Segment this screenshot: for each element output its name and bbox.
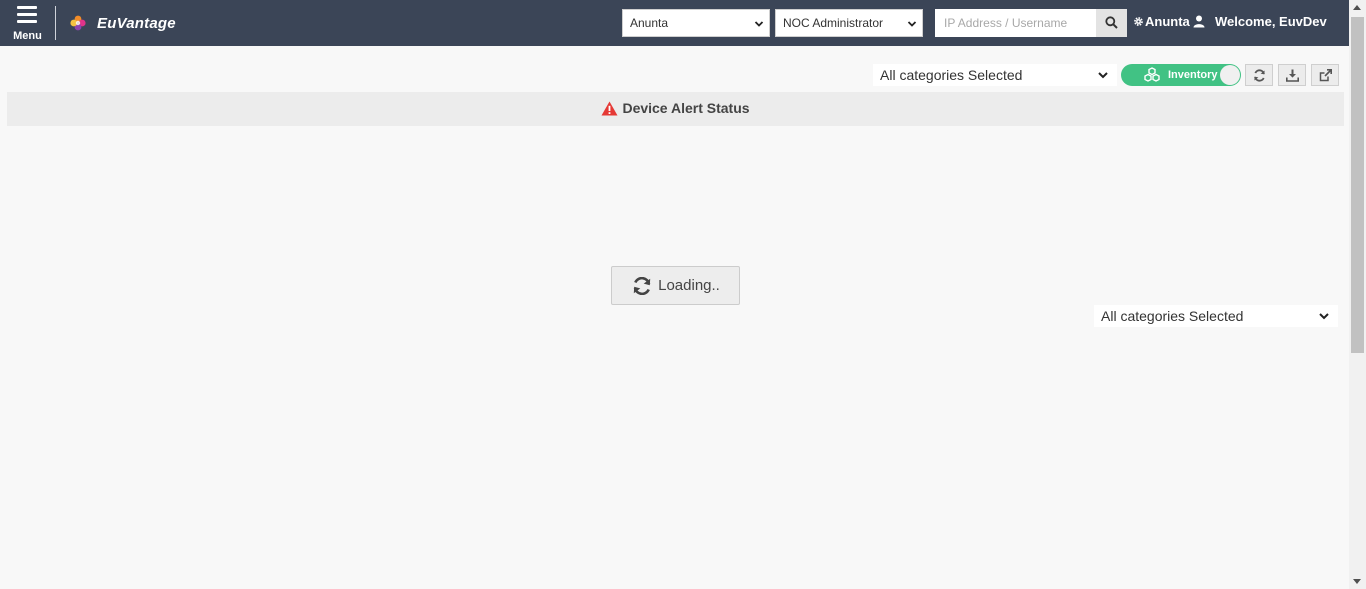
loading-indicator: Loading.. [611,266,740,305]
chevron-down-icon [1098,72,1108,79]
brand-logo[interactable]: EuVantage [68,12,176,34]
role-select[interactable]: NOC Administrator [775,9,923,37]
hamburger-icon [17,6,37,27]
user-icon[interactable] [1193,15,1205,28]
loading-text: Loading.. [658,277,720,294]
navbar-divider [55,6,56,40]
panel-title: Device Alert Status [7,100,1344,116]
brand-name: EuVantage [97,14,176,32]
menu-label: Menu [13,30,42,42]
chevron-down-icon [1319,313,1329,320]
category-select-top[interactable]: All categories Selected [873,64,1117,86]
download-button[interactable] [1278,64,1306,86]
category-select-top-value: All categories Selected [880,67,1023,83]
tenant-name: Anunta [1145,14,1190,29]
chevron-down-icon [907,21,917,27]
tenant-settings[interactable]: Anunta [1133,14,1190,29]
external-link-icon [1319,69,1332,82]
vertical-scrollbar[interactable] [1349,0,1366,589]
refresh-button[interactable] [1245,64,1273,86]
refresh-icon [633,276,651,295]
brand-logo-icon [70,15,86,31]
category-select-panel[interactable]: All categories Selected [1094,305,1338,327]
organization-select-value: Anunta [630,16,669,30]
gear-icon [1134,17,1143,26]
scrollbar-thumb[interactable] [1351,17,1364,353]
category-select-panel-value: All categories Selected [1101,308,1244,324]
warning-icon [601,101,618,115]
role-select-value: NOC Administrator [783,16,884,30]
toggle-knob [1220,65,1240,85]
inventory-toggle[interactable]: Inventory [1121,64,1241,86]
welcome-text: Welcome, EuvDev [1215,14,1327,29]
menu-button[interactable]: Menu [0,0,55,46]
search-input[interactable] [935,9,1096,37]
cubes-icon [1144,67,1160,82]
download-icon [1286,69,1299,82]
device-alert-panel-header: Device Alert Status [7,92,1344,126]
scroll-up-arrow-icon[interactable] [1353,5,1361,10]
top-navbar: Menu EuVantage Anunta NOC Administrator … [0,0,1366,46]
scroll-down-arrow-icon[interactable] [1353,579,1361,584]
search-icon [1105,16,1118,29]
inventory-toggle-label: Inventory [1168,69,1218,81]
organization-select[interactable]: Anunta [622,9,770,37]
open-external-button[interactable] [1311,64,1339,86]
refresh-icon [1254,69,1265,82]
search-button[interactable] [1096,9,1127,37]
chevron-down-icon [754,21,764,27]
panel-title-text: Device Alert Status [622,100,750,116]
